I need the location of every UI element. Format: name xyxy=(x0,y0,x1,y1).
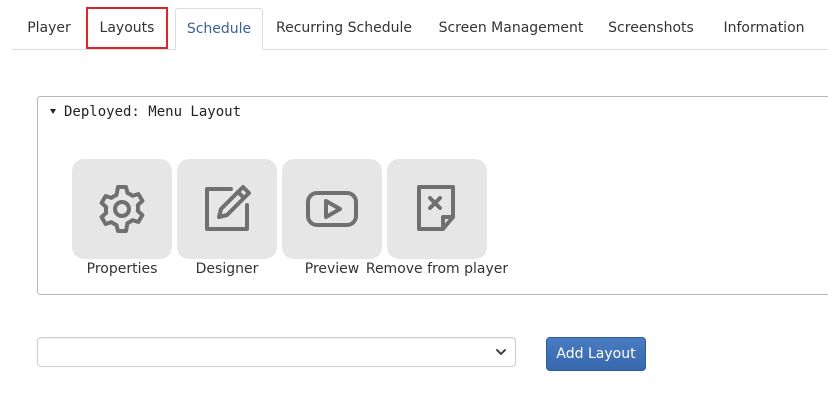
deployed-layout-title: Deployed: Menu Layout xyxy=(64,104,242,120)
properties-label: Properties xyxy=(86,261,158,277)
chevron-down-icon xyxy=(496,349,506,355)
remove-file-icon xyxy=(417,185,455,231)
tab-information[interactable]: Information xyxy=(712,8,816,49)
properties-button[interactable] xyxy=(72,159,172,259)
tab-bar: Player Layouts Schedule Recurring Schedu… xyxy=(12,8,828,50)
layout-select[interactable] xyxy=(37,337,516,367)
designer-label: Designer xyxy=(195,261,259,277)
designer-action[interactable]: Designer xyxy=(177,159,277,277)
preview-action[interactable]: Preview xyxy=(282,159,382,277)
play-icon xyxy=(306,191,358,227)
preview-button[interactable] xyxy=(282,159,382,259)
properties-action[interactable]: Properties xyxy=(72,159,172,277)
tab-screenshots[interactable]: Screenshots xyxy=(600,8,702,49)
tab-player[interactable]: Player xyxy=(12,8,86,49)
tab-schedule[interactable]: Schedule xyxy=(175,8,263,50)
preview-label: Preview xyxy=(304,261,360,277)
tab-recurring-schedule[interactable]: Recurring Schedule xyxy=(268,8,420,49)
gear-icon xyxy=(99,185,145,233)
designer-button[interactable] xyxy=(177,159,277,259)
caret-down-icon xyxy=(50,108,56,114)
add-layout-button[interactable]: Add Layout xyxy=(546,337,646,371)
remove-from-player-label: Remove from player xyxy=(365,261,509,277)
page: Player Layouts Schedule Recurring Schedu… xyxy=(0,0,828,398)
remove-from-player-button[interactable] xyxy=(387,159,487,259)
tab-screen-management[interactable]: Screen Management xyxy=(428,8,594,49)
tab-layouts[interactable]: Layouts xyxy=(86,8,168,49)
deployed-layout-header[interactable]: Deployed: Menu Layout xyxy=(50,103,241,121)
edit-icon xyxy=(205,185,251,231)
remove-from-player-action[interactable]: Remove from player xyxy=(366,159,508,277)
deployed-layout-panel: Deployed: Menu Layout Properties Designe… xyxy=(37,96,828,295)
